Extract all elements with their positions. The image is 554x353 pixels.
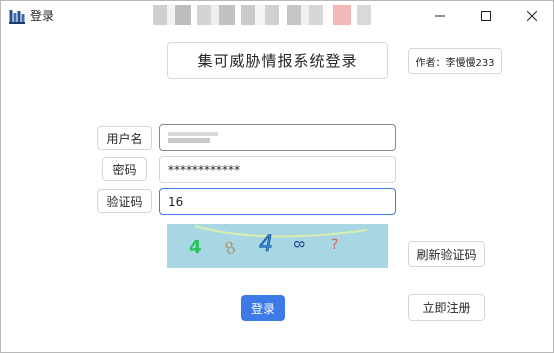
login-button[interactable]: 登录	[241, 295, 285, 321]
captcha-char-1: 4	[189, 237, 202, 258]
captcha-label[interactable]: 验证码	[97, 189, 152, 213]
window-title: 登录	[30, 9, 55, 23]
maximize-button[interactable]	[463, 1, 509, 31]
blurred-username	[168, 132, 218, 143]
minimize-icon	[435, 11, 445, 21]
page-title: 集可威胁情报系统登录	[167, 42, 388, 79]
blurred-region	[153, 5, 381, 25]
login-window: 登录 集可威胁情报系统登录 作者：李慢慢233 用户名 密码 *********…	[0, 0, 554, 353]
username-input[interactable]	[159, 124, 396, 151]
password-input[interactable]: ************	[159, 156, 396, 183]
maximize-icon	[481, 11, 491, 21]
password-label[interactable]: 密码	[102, 157, 147, 181]
title-bar[interactable]: 登录	[1, 1, 553, 31]
captcha-char-4: 8	[290, 240, 306, 248]
close-button[interactable]	[509, 1, 554, 31]
captcha-char-5: ?	[331, 237, 338, 253]
minimize-button[interactable]	[417, 1, 463, 31]
close-icon	[527, 11, 537, 21]
register-button[interactable]: 立即注册	[408, 294, 485, 321]
captcha-image[interactable]: 4 8 4 8 ?	[167, 224, 388, 268]
captcha-char-3: 4	[259, 232, 273, 257]
captcha-input[interactable]: 16	[159, 188, 396, 215]
author-badge[interactable]: 作者：李慢慢233	[408, 48, 502, 74]
username-label[interactable]: 用户名	[97, 126, 152, 150]
refresh-captcha-button[interactable]: 刷新验证码	[408, 241, 485, 267]
app-logo-icon	[9, 8, 25, 24]
